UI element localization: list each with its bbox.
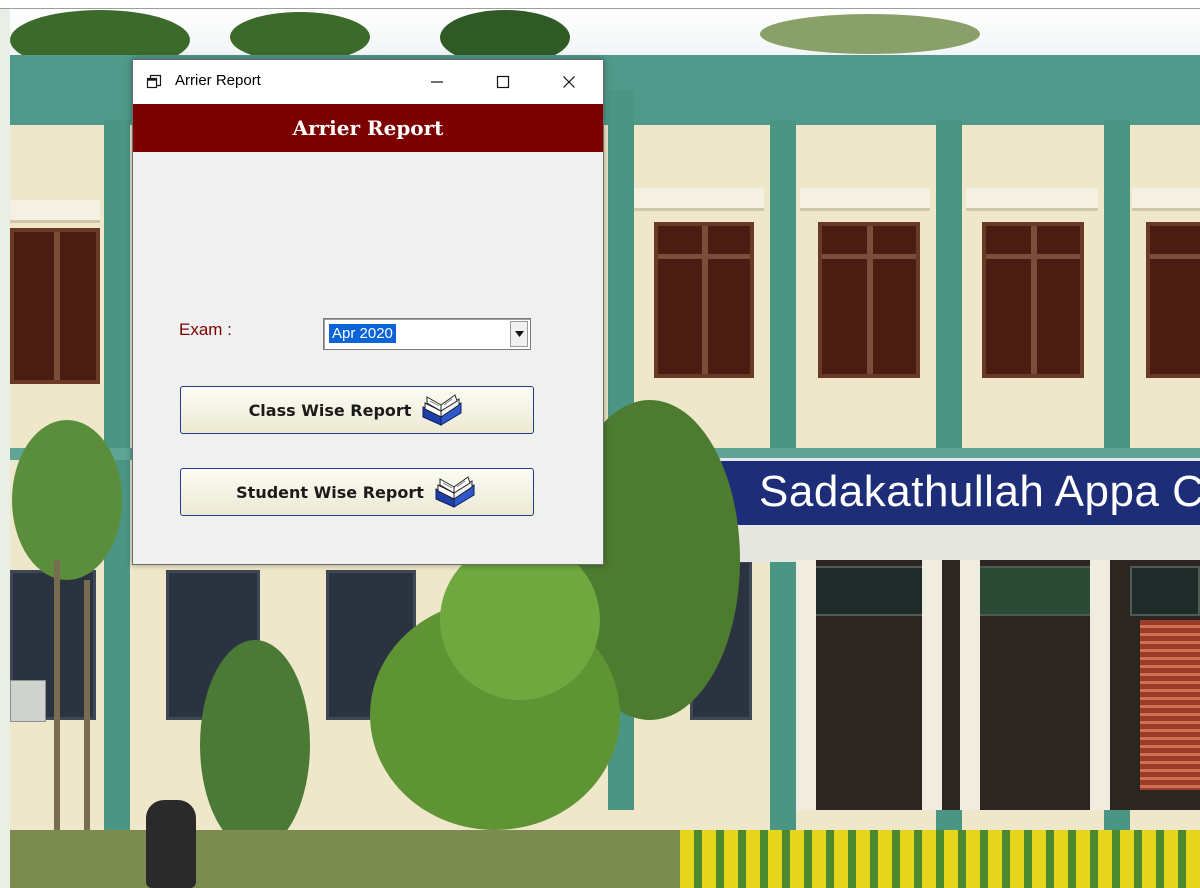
maximize-button[interactable] <box>480 60 526 104</box>
air-conditioner <box>10 680 46 722</box>
minimize-icon <box>431 81 443 83</box>
ledge <box>10 200 100 223</box>
chevron-down-icon <box>514 331 524 337</box>
porch-roof <box>722 526 1200 562</box>
class-wise-report-label: Class Wise Report <box>248 400 412 420</box>
window-frame <box>10 228 100 384</box>
ledge <box>634 188 764 211</box>
open-book-icon <box>435 476 475 508</box>
college-sign: Sadakathullah Appa Co <box>718 458 1200 528</box>
tree-canopy <box>760 14 980 54</box>
pillar <box>796 560 816 810</box>
college-sign-text: Sadakathullah Appa Co <box>759 467 1200 516</box>
window-frame <box>1146 222 1200 378</box>
window-frame <box>982 222 1084 378</box>
notice-board <box>1130 566 1200 616</box>
pillar <box>922 560 942 810</box>
flower-bed <box>680 830 1200 888</box>
exam-selected-value: Apr 2020 <box>329 324 396 343</box>
scooter <box>146 800 196 888</box>
decorative-wall <box>1140 620 1200 790</box>
title-bar[interactable]: Arrier Report <box>133 60 603 104</box>
ledge <box>966 188 1098 211</box>
dropdown-button[interactable] <box>510 321 528 347</box>
minimize-button[interactable] <box>414 60 460 104</box>
pillar <box>1090 560 1110 810</box>
maximize-icon <box>496 75 510 89</box>
top-border <box>0 0 1200 9</box>
window-frame <box>654 222 754 378</box>
palm-trunk <box>84 580 90 860</box>
palm-fronds <box>12 420 122 580</box>
exam-label: Exam : <box>179 320 232 339</box>
bush <box>200 640 310 850</box>
window-restore-icon <box>146 74 162 89</box>
class-wise-report-button[interactable]: Class Wise Report <box>180 386 534 434</box>
arrier-report-window: Arrier Report Arrier Report Exam : Apr 2… <box>132 59 604 565</box>
open-book-icon <box>422 394 462 426</box>
student-wise-report-label: Student Wise Report <box>236 482 424 502</box>
exam-dropdown[interactable]: Apr 2020 <box>323 318 531 350</box>
pillar <box>960 560 980 810</box>
palm-trunk <box>54 560 60 860</box>
ledge <box>800 188 930 211</box>
notice-board <box>962 566 1104 616</box>
close-button[interactable] <box>546 60 592 104</box>
ledge <box>1132 188 1200 211</box>
window-frame <box>818 222 920 378</box>
report-header: Arrier Report <box>133 104 603 152</box>
window-title: Arrier Report <box>175 72 261 89</box>
student-wise-report-button[interactable]: Student Wise Report <box>180 468 534 516</box>
close-icon <box>563 76 575 88</box>
notice-board <box>800 566 936 616</box>
